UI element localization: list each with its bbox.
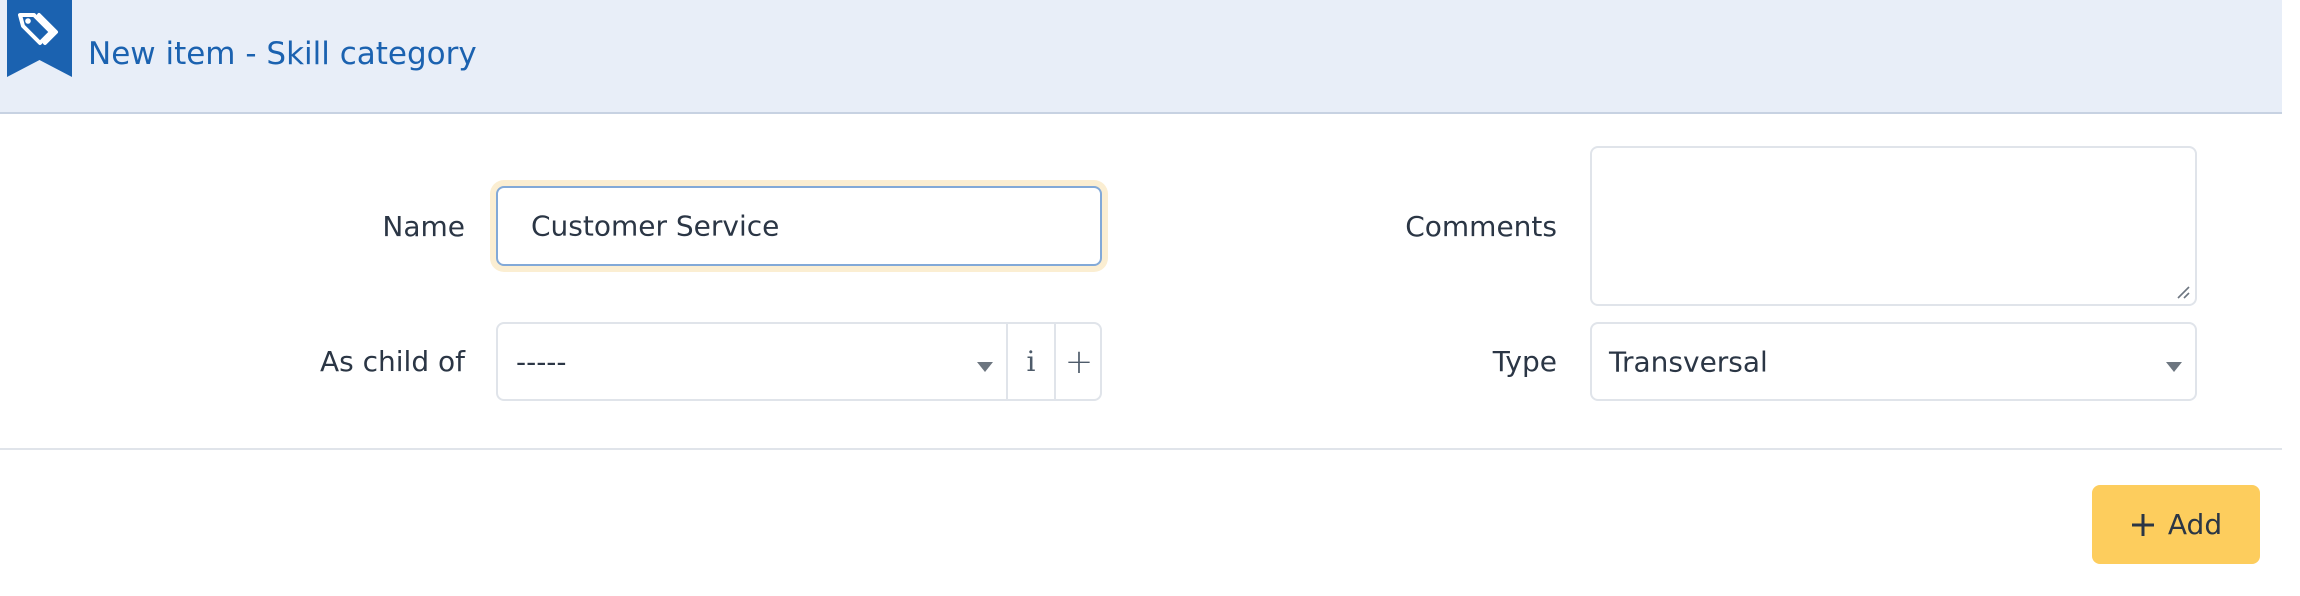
chevron-down-icon	[977, 362, 993, 372]
parent-select[interactable]: ----- i +	[496, 322, 1102, 401]
plus-icon: +	[1064, 341, 1094, 382]
type-label: Type	[1492, 345, 1557, 378]
parent-add-button[interactable]: +	[1054, 324, 1102, 399]
name-label: Name	[382, 210, 465, 243]
page-header: New item - Skill category	[0, 0, 2282, 114]
type-select-value: Transversal	[1609, 345, 1768, 378]
add-button[interactable]: Add	[2092, 485, 2260, 564]
type-select[interactable]: Transversal	[1590, 322, 2197, 401]
parent-select-value: -----	[516, 345, 567, 378]
comments-textarea[interactable]	[1590, 146, 2197, 306]
chevron-down-icon	[2166, 362, 2182, 372]
name-input-value: Customer Service	[531, 209, 780, 243]
comments-label: Comments	[1405, 210, 1557, 243]
section-divider	[0, 448, 2282, 450]
plus-icon	[2131, 513, 2154, 536]
page-title: New item - Skill category	[88, 36, 477, 72]
parent-info-button[interactable]: i	[1006, 324, 1054, 399]
add-button-label: Add	[2167, 508, 2223, 541]
resize-handle-icon[interactable]	[2176, 285, 2190, 299]
name-input[interactable]: Customer Service	[496, 186, 1102, 266]
parent-label: As child of	[319, 345, 465, 378]
tags-icon	[7, 0, 72, 77]
info-icon: i	[1026, 345, 1036, 378]
